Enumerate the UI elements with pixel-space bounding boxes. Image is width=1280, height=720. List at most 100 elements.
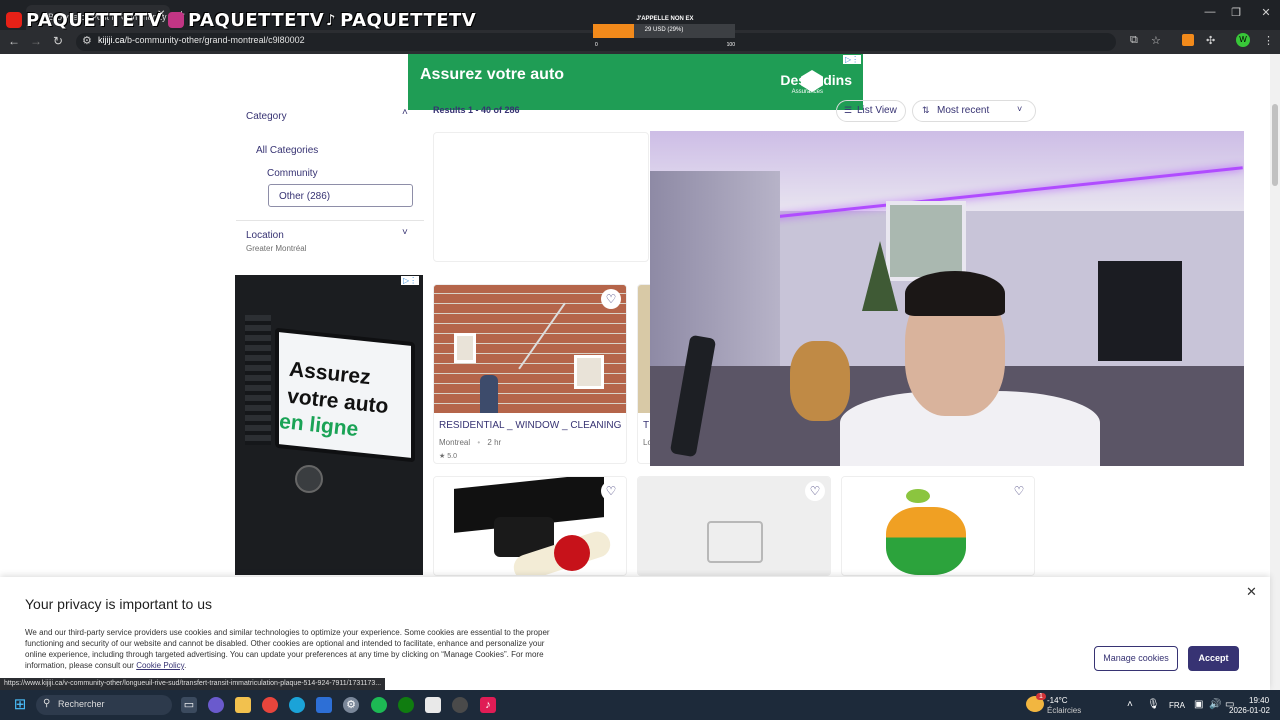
chevron-up-icon[interactable]: ˄ [402,107,408,118]
menu-kebab-icon[interactable]: ⋮ [1263,34,1274,47]
close-window-icon[interactable]: ✕ [1256,6,1276,19]
goal-bar: 29 USD (29%) [593,24,735,38]
brand-label: PAQUETTETV [340,9,477,31]
category-heading[interactable]: Category [246,111,287,122]
worker-figure [480,375,498,413]
streamer-hair [905,271,1005,316]
favorite-heart-icon[interactable]: ♡ [601,289,621,309]
sort-label: Most recent [937,105,990,116]
xbox-icon[interactable] [398,697,414,713]
listing-title[interactable]: RESIDENTIAL _ WINDOW _ CLEANING [439,420,621,431]
file-explorer-icon[interactable] [235,697,251,713]
chevron-up-icon[interactable]: ˄ [1127,699,1133,710]
back-icon[interactable]: ← [6,34,22,48]
listing-image [842,477,1034,575]
adchoices-icon[interactable]: ▷⋮ [401,276,420,285]
volume-icon[interactable]: 🔊 [1209,699,1221,710]
window-shape [574,355,604,389]
listing-image [638,477,830,575]
instagram-brand: PAQUETTETV [168,9,324,31]
reload-icon[interactable]: ↻ [50,34,66,48]
sidebar-divider [236,220,424,221]
forward-icon[interactable]: → [28,34,44,48]
donation-goal: J'APPELLE NON EX 29 USD (29%) 0 100 [593,16,737,48]
favorite-heart-icon[interactable]: ♡ [805,481,825,501]
favorite-heart-icon[interactable]: ♡ [1009,481,1029,501]
star-icon: ★ [439,453,446,460]
search-icon: ⚲ [43,698,51,709]
listing-card[interactable]: RESIDENTIAL _ WINDOW _ CLEANING Montreal… [433,284,627,464]
cookie-policy-link[interactable]: Cookie Policy [136,661,184,670]
listing-card[interactable] [433,476,627,576]
list-icon: ☰ [844,105,853,115]
microphone-icon[interactable]: 🎙 [1147,699,1160,710]
listing-card-placeholder[interactable] [433,132,649,262]
mail-icon[interactable] [316,697,332,713]
listing-card[interactable] [841,476,1035,576]
category-other-selected[interactable]: Other (286) [268,184,413,207]
tiktok-icon: ♪ [326,11,337,29]
category-community[interactable]: Community [267,168,318,179]
spotify-icon[interactable] [371,697,387,713]
brand-label: PAQUETTETV [188,9,325,31]
profile-avatar[interactable]: W [1236,33,1250,47]
weather-temp[interactable]: -14°C [1047,696,1068,705]
accept-button[interactable]: Accept [1188,646,1239,671]
sort-select[interactable]: ⇅ Most recent ˅ [912,100,1036,122]
url-text[interactable]: kijiji.ca/b-community-other/grand-montre… [98,35,305,45]
separator-dot: • [477,438,481,447]
tiktok-live-icon[interactable]: ♪ [480,697,496,713]
leaf-shape [906,489,930,503]
extensions-puzzle-icon[interactable]: ✣ [1206,34,1215,47]
close-icon[interactable]: ✕ [1246,584,1257,600]
instagram-icon [168,12,184,28]
category-all[interactable]: All Categories [256,145,318,156]
diet-mart-logo-icon [886,507,966,575]
top-ad-banner[interactable]: Assurez votre auto Desjardins Assurances [408,54,863,110]
settings-icon[interactable]: ⚙ [343,697,359,713]
goal-amount: 29 USD (29%) [644,27,684,33]
obs-icon[interactable] [452,697,468,713]
clock-date[interactable]: 2026-01-02 [1229,706,1270,715]
manage-cookies-button[interactable]: Manage cookies [1094,646,1178,671]
listing-title[interactable]: T [643,420,649,431]
list-view-button[interactable]: ☰ List View [836,100,906,122]
scrollbar-thumb[interactable] [1272,104,1278,186]
rating-value: 5.0 [447,453,457,460]
store-icon[interactable] [425,697,441,713]
network-icon[interactable]: ▣ [1194,699,1203,710]
chevron-down-icon[interactable]: ˅ [402,227,408,238]
sort-icon: ⇅ [922,105,930,115]
maximize-icon[interactable]: ❐ [1226,6,1246,19]
bookmark-star-icon[interactable]: ☆ [1151,34,1161,47]
cam-tv [1098,261,1182,361]
extension-icon[interactable] [1182,34,1194,46]
window-shape [454,333,476,363]
listing-location: Montreal [439,438,471,447]
ribbon-shape [554,535,590,571]
language-indicator[interactable]: FRA [1169,701,1185,710]
adchoices-icon[interactable]: ▷⋮ [843,55,862,64]
car-knob-image [295,465,323,493]
install-icon[interactable]: ⧉ [1130,34,1138,47]
location-heading[interactable]: Location [246,230,284,241]
copilot-icon[interactable] [208,697,224,713]
edge-icon[interactable] [289,697,305,713]
webcam-overlay [650,131,1244,466]
car-vent-image [245,315,271,445]
taskbar-search[interactable]: ⚲ Rechercher [36,695,172,715]
task-view-icon[interactable]: ▭ [181,697,197,713]
search-placeholder: Rechercher [58,699,105,709]
chrome-icon[interactable] [262,697,278,713]
clock-time[interactable]: 19:40 [1249,696,1269,705]
results-count: Results 1 - 40 of 286 [433,105,520,115]
weather-desc[interactable]: Éclaircies [1047,706,1081,715]
minimize-icon[interactable]: — [1200,6,1220,18]
windows-start-icon[interactable]: ⊞ [12,697,28,713]
listing-rating: ★ 5.0 [439,452,457,460]
ad-brand-sub: Assurances [791,89,823,95]
site-info-icon[interactable]: ⚙ [82,34,92,47]
cookie-body: We and our third-party service providers… [25,628,550,670]
favorite-heart-icon[interactable]: ♡ [601,481,621,501]
listing-card[interactable] [637,476,831,576]
